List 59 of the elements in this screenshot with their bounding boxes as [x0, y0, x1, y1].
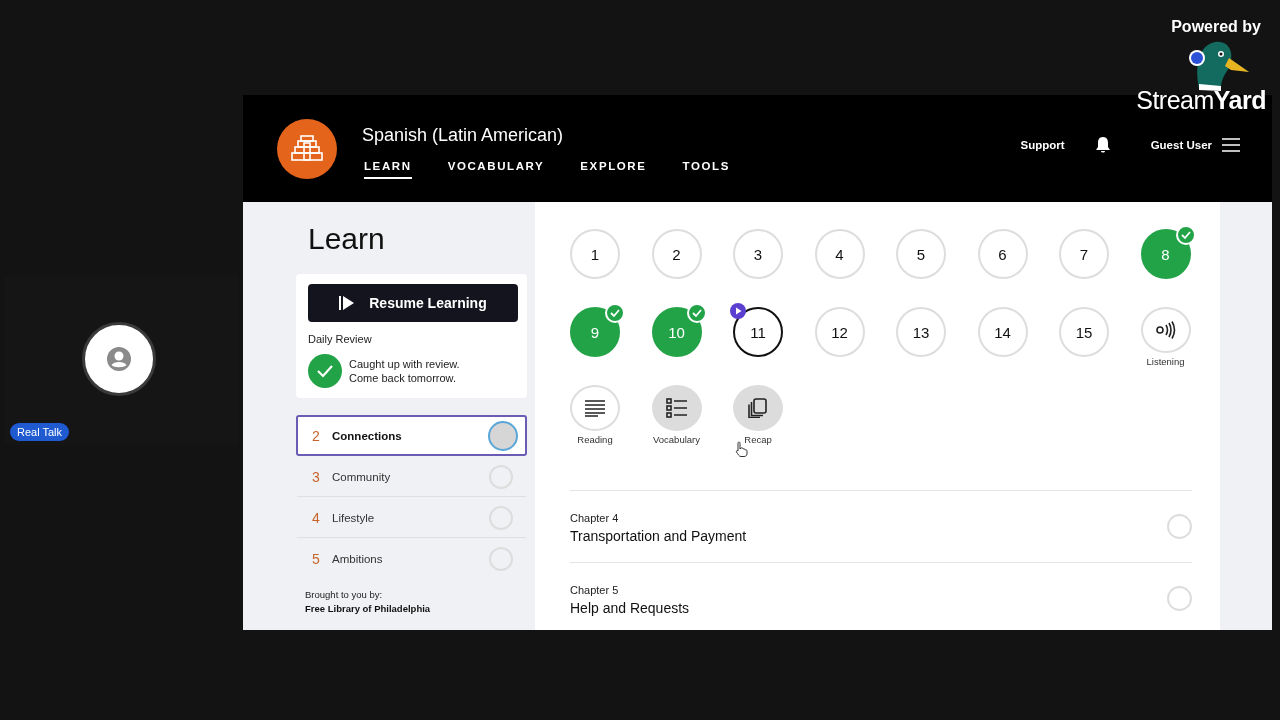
- chapter-number: Chapter 4: [570, 511, 620, 524]
- review-status-text: Caught up with review. Come back tomorrow.: [349, 356, 460, 386]
- lesson-button[interactable]: 3: [733, 229, 783, 279]
- check-badge-icon: [1175, 225, 1196, 245]
- unit-item[interactable]: 2 Connections: [296, 415, 527, 456]
- lesson-button[interactable]: 12: [814, 307, 865, 357]
- nav-tab[interactable]: LEARN: [364, 159, 412, 179]
- page-heading: Learn: [308, 222, 386, 256]
- lesson-button[interactable]: 7: [1059, 229, 1109, 279]
- lesson-button[interactable]: 1: [570, 229, 620, 279]
- lesson-button[interactable]: 14: [977, 307, 1028, 357]
- activity-label: Vocabulary: [653, 434, 700, 445]
- chapter-row[interactable]: Chapter 4 Transportation and Payment: [570, 491, 1192, 563]
- activity-label: Listening: [1146, 356, 1185, 367]
- check-icon: [308, 354, 342, 388]
- unit-item[interactable]: 4 Lifestyle: [296, 497, 527, 538]
- sponsor-name: Free Library of Philadelphia: [305, 603, 432, 614]
- vocabulary-button[interactable]: [651, 385, 702, 431]
- chapter-title: Transportation and Payment: [570, 527, 747, 544]
- check-badge-icon: [605, 303, 625, 323]
- chapter-number: Chapter 5: [570, 583, 620, 596]
- streamyard-logo: StreamYard: [1136, 86, 1266, 115]
- support-link[interactable]: Support: [1020, 139, 1065, 151]
- unit-item[interactable]: 3 Community: [296, 456, 527, 497]
- sound-waves-icon: [1154, 321, 1177, 339]
- activity-label: Recap: [744, 434, 772, 445]
- copy-icon: [748, 398, 768, 418]
- daily-review-label: Daily Review: [308, 333, 373, 345]
- sponsor-label: Brought to you by:: [305, 589, 384, 600]
- lesson-button[interactable]: 6: [977, 229, 1028, 279]
- play-icon: [339, 295, 356, 311]
- text-lines-icon: [584, 399, 606, 417]
- nav-tab[interactable]: VOCABULARY: [447, 159, 545, 179]
- bell-icon[interactable]: [1094, 136, 1111, 154]
- user-menu[interactable]: Guest User: [1150, 139, 1212, 151]
- powered-by-text: Powered by: [1171, 18, 1261, 36]
- activity-label: Reading: [577, 434, 613, 445]
- resume-learning-button[interactable]: Resume Learning: [308, 284, 518, 322]
- course-title: Spanish (Latin American): [362, 124, 565, 146]
- lesson-button[interactable]: 15: [1059, 307, 1109, 357]
- play-badge-icon: [730, 303, 746, 319]
- progress-ring-icon: [1167, 514, 1192, 539]
- chapter-title: Help and Requests: [570, 599, 690, 616]
- menu-icon[interactable]: [1222, 138, 1240, 152]
- reading-button[interactable]: [570, 385, 620, 431]
- checklist-icon: [665, 398, 688, 418]
- recap-button[interactable]: [733, 385, 783, 431]
- participant-name: Real Talk: [10, 423, 70, 441]
- listening-button[interactable]: [1140, 307, 1191, 353]
- progress-ring-icon: [1167, 586, 1192, 611]
- nav-tab[interactable]: EXPLORE: [580, 159, 647, 179]
- lesson-button[interactable]: 13: [896, 307, 946, 357]
- lesson-button[interactable]: 2: [651, 229, 702, 279]
- chapter-row[interactable]: Chapter 5 Help and Requests: [570, 563, 1192, 630]
- lesson-button[interactable]: 4: [814, 229, 865, 279]
- check-badge-icon: [686, 303, 707, 323]
- unit-item[interactable]: 5 Ambitions: [296, 538, 527, 579]
- lesson-button[interactable]: 5: [896, 229, 946, 279]
- nav-tab[interactable]: TOOLS: [682, 159, 730, 179]
